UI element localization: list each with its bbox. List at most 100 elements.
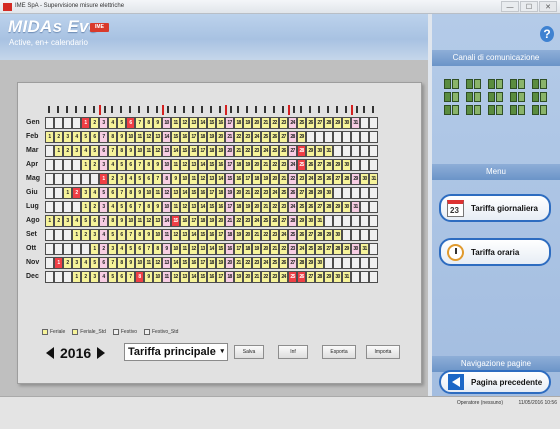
day-cell[interactable]: 23 xyxy=(243,215,252,227)
day-cell[interactable]: 28 xyxy=(333,243,342,255)
day-cell[interactable]: 27 xyxy=(315,159,324,171)
day-cell[interactable]: 26 xyxy=(297,271,306,283)
day-cell[interactable]: 14 xyxy=(171,145,180,157)
day-cell[interactable]: 29 xyxy=(324,229,333,241)
day-cell[interactable]: 8 xyxy=(144,117,153,129)
day-cell[interactable]: 14 xyxy=(189,271,198,283)
day-cell[interactable]: 5 xyxy=(81,215,90,227)
day-cell[interactable]: 24 xyxy=(261,257,270,269)
day-cell[interactable]: 19 xyxy=(243,159,252,171)
day-cell[interactable]: 18 xyxy=(243,243,252,255)
day-cell[interactable]: 28 xyxy=(315,271,324,283)
day-cell[interactable]: 16 xyxy=(216,159,225,171)
day-cell[interactable]: 3 xyxy=(117,173,126,185)
day-cell[interactable]: 3 xyxy=(90,229,99,241)
day-cell[interactable]: 11 xyxy=(162,229,171,241)
day-cell[interactable]: 22 xyxy=(243,145,252,157)
day-cell[interactable]: 27 xyxy=(333,173,342,185)
day-cell[interactable]: 30 xyxy=(351,243,360,255)
day-cell[interactable]: 8 xyxy=(144,159,153,171)
day-cell[interactable]: 26 xyxy=(324,173,333,185)
day-cell[interactable]: 13 xyxy=(207,173,216,185)
day-cell[interactable]: 15 xyxy=(180,145,189,157)
day-cell[interactable]: 16 xyxy=(225,243,234,255)
day-cell[interactable]: 19 xyxy=(243,117,252,129)
day-cell[interactable]: 12 xyxy=(198,173,207,185)
day-cell[interactable]: 24 xyxy=(288,117,297,129)
day-cell[interactable]: 10 xyxy=(126,215,135,227)
day-cell[interactable]: 22 xyxy=(243,257,252,269)
previous-year-button[interactable] xyxy=(46,347,54,359)
day-cell[interactable]: 3 xyxy=(108,243,117,255)
day-cell[interactable]: 15 xyxy=(189,187,198,199)
day-cell[interactable]: 11 xyxy=(144,145,153,157)
day-cell[interactable]: 20 xyxy=(252,201,261,213)
day-cell[interactable]: 19 xyxy=(207,131,216,143)
day-cell[interactable]: 18 xyxy=(207,145,216,157)
day-cell[interactable]: 1 xyxy=(72,229,81,241)
day-cell[interactable]: 24 xyxy=(252,215,261,227)
day-cell[interactable]: 13 xyxy=(171,187,180,199)
day-cell[interactable]: 13 xyxy=(162,145,171,157)
day-cell[interactable]: 23 xyxy=(297,173,306,185)
day-cell[interactable]: 6 xyxy=(90,131,99,143)
day-cell[interactable]: 25 xyxy=(288,271,297,283)
day-cell[interactable]: 29 xyxy=(333,201,342,213)
day-cell[interactable]: 3 xyxy=(72,257,81,269)
channel-icon[interactable] xyxy=(510,79,526,89)
day-cell[interactable]: 3 xyxy=(72,145,81,157)
day-cell[interactable]: 11 xyxy=(135,215,144,227)
day-cell[interactable]: 6 xyxy=(108,187,117,199)
day-cell[interactable]: 9 xyxy=(153,201,162,213)
day-cell[interactable]: 16 xyxy=(216,201,225,213)
day-cell[interactable]: 1 xyxy=(45,215,54,227)
day-cell[interactable]: 22 xyxy=(270,159,279,171)
day-cell[interactable]: 30 xyxy=(342,117,351,129)
channel-icon[interactable] xyxy=(532,105,548,115)
day-cell[interactable]: 3 xyxy=(99,117,108,129)
day-cell[interactable]: 12 xyxy=(153,257,162,269)
day-cell[interactable]: 14 xyxy=(180,187,189,199)
day-cell[interactable]: 2 xyxy=(81,229,90,241)
day-cell[interactable]: 25 xyxy=(315,173,324,185)
day-cell[interactable]: 5 xyxy=(90,257,99,269)
day-cell[interactable]: 10 xyxy=(135,257,144,269)
day-cell[interactable]: 4 xyxy=(117,243,126,255)
day-cell[interactable]: 26 xyxy=(306,201,315,213)
day-cell[interactable]: 25 xyxy=(270,145,279,157)
day-cell[interactable]: 22 xyxy=(234,215,243,227)
day-cell[interactable]: 13 xyxy=(153,131,162,143)
day-cell[interactable]: 7 xyxy=(117,187,126,199)
day-cell[interactable]: 28 xyxy=(342,173,351,185)
export-button[interactable]: Esporta xyxy=(322,345,356,359)
day-cell[interactable]: 12 xyxy=(171,229,180,241)
day-cell[interactable]: 1 xyxy=(72,271,81,283)
day-cell[interactable]: 9 xyxy=(144,271,153,283)
day-cell[interactable]: 2 xyxy=(90,159,99,171)
day-cell[interactable]: 11 xyxy=(153,187,162,199)
day-cell[interactable]: 22 xyxy=(234,131,243,143)
day-cell[interactable]: 9 xyxy=(144,229,153,241)
day-cell[interactable]: 1 xyxy=(81,159,90,171)
day-cell[interactable]: 29 xyxy=(333,159,342,171)
day-cell[interactable]: 25 xyxy=(270,257,279,269)
day-cell[interactable]: 19 xyxy=(261,173,270,185)
day-cell[interactable]: 6 xyxy=(117,229,126,241)
day-cell[interactable]: 5 xyxy=(108,229,117,241)
day-cell[interactable]: 20 xyxy=(216,131,225,143)
day-cell[interactable]: 21 xyxy=(234,257,243,269)
day-cell[interactable]: 29 xyxy=(351,173,360,185)
day-cell[interactable]: 13 xyxy=(180,271,189,283)
channel-icon[interactable] xyxy=(532,92,548,102)
day-cell[interactable]: 9 xyxy=(171,173,180,185)
day-cell[interactable]: 27 xyxy=(306,271,315,283)
day-cell[interactable]: 7 xyxy=(99,215,108,227)
day-cell[interactable]: 27 xyxy=(288,257,297,269)
day-cell[interactable]: 20 xyxy=(252,159,261,171)
day-cell[interactable]: 18 xyxy=(198,131,207,143)
day-cell[interactable]: 30 xyxy=(360,173,369,185)
channel-icon[interactable] xyxy=(444,79,460,89)
day-cell[interactable]: 1 xyxy=(54,257,63,269)
day-cell[interactable]: 21 xyxy=(261,201,270,213)
day-cell[interactable]: 29 xyxy=(315,187,324,199)
